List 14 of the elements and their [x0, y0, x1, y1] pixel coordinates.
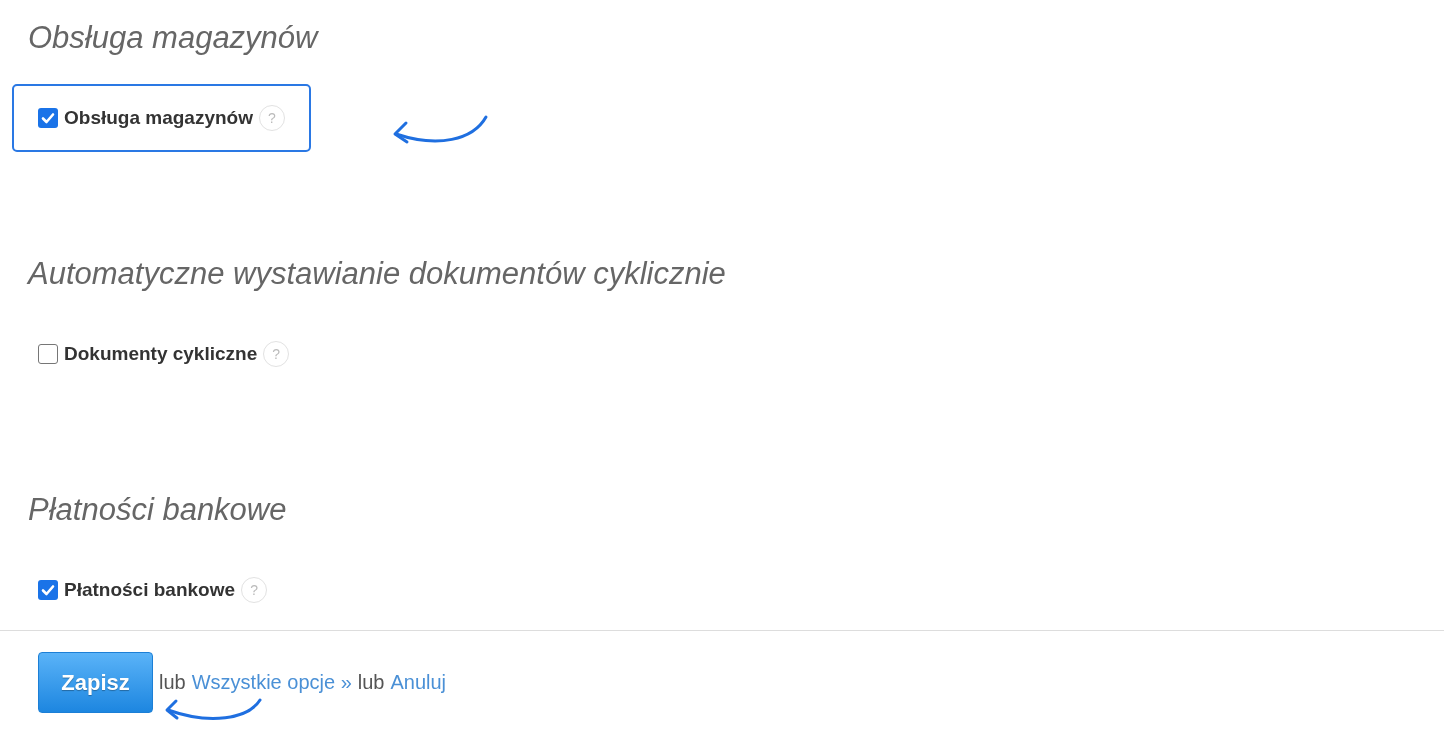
section-title: Automatyczne wystawianie dokumentów cyklicznie [28, 256, 727, 292]
checkbox[interactable] [38, 108, 58, 128]
link[interactable]: Anuluj [390, 671, 447, 694]
separator-text: lub [357, 671, 385, 694]
section-title: Obsługa magazynów [28, 20, 320, 56]
checkbox[interactable] [38, 580, 58, 600]
section-title: Płatności bankowe [28, 492, 288, 528]
checkbox[interactable] [38, 344, 58, 364]
checkbox-label[interactable]: Płatności bankowe [64, 579, 236, 601]
checkbox-label[interactable]: Dokumenty cykliczne [64, 343, 258, 365]
link[interactable]: Wszystkie opcje » [191, 671, 352, 694]
separator-text: lub [159, 671, 186, 694]
save-button[interactable]: Zapisz [38, 652, 153, 713]
checkbox-label[interactable]: Obsługa magazynów [64, 107, 253, 129]
